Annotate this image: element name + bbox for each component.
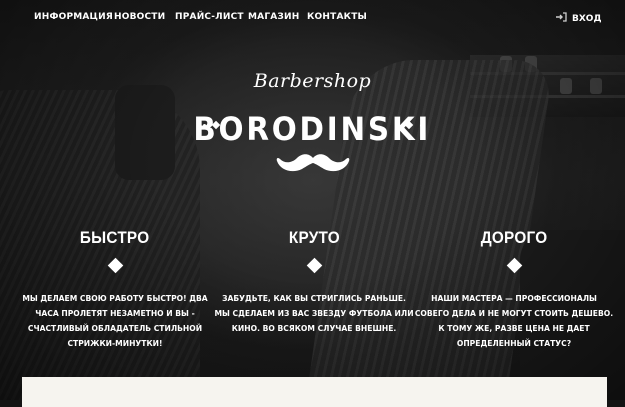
logo-dot-left [203,124,206,127]
sign-in-icon [556,12,567,22]
logo-main: BORODINSKI [0,110,625,148]
feature-text: МЫ ДЕЛАЕМ СВОЮ РАБОТУ БЫСТРО! ДВА ЧАСА П… [22,294,208,348]
nav-item-price-list[interactable]: ПРАЙС-ЛИСТ [175,12,244,22]
mustache-icon [276,154,350,172]
nav-item-contacts[interactable]: КОНТАКТЫ [307,12,367,22]
feature-title: КРУТО [288,228,340,247]
feature-diamond-icon [107,257,123,274]
feature-fast: БЫСТРО МЫ ДЕЛАЕМ СВОЮ РАБОТУ БЫСТРО! ДВА… [15,228,215,351]
brand-logo: Barbershop BORODINSKI [0,70,625,148]
feature-title: ДОРОГО [480,228,548,247]
feature-text: ЗАБУДЬТЕ, КАК ВЫ СТРИГЛИСЬ РАНЬШЕ. МЫ СД… [214,294,414,333]
feature-expensive: ДОРОГО НАШИ МАСТЕРА — ПРОФЕССИОНАЛЫ СОВЕ… [414,228,614,351]
feature-diamond-icon [306,257,322,274]
nav-item-info[interactable]: ИНФОРМАЦИЯ [34,12,113,22]
main-nav: ИНФОРМАЦИЯ НОВОСТИ ПРАЙС-ЛИСТ МАГАЗИН КО… [0,0,625,38]
content-panel [22,377,607,407]
nav-item-shop[interactable]: МАГАЗИН [248,12,299,22]
logo-dot-right [420,124,423,127]
login-link[interactable]: ВХОД [555,12,601,24]
feature-diamond-icon [506,257,522,274]
login-label: ВХОД [572,14,602,24]
feature-title: БЫСТРО [80,228,150,247]
nav-item-news[interactable]: НОВОСТИ [114,12,165,22]
logo-script-text: Barbershop [253,70,372,92]
logo-name: BORODINSKI [193,110,432,148]
feature-cool: КРУТО ЗАБУДЬТЕ, КАК ВЫ СТРИГЛИСЬ РАНЬШЕ.… [214,228,414,336]
feature-text: НАШИ МАСТЕРА — ПРОФЕССИОНАЛЫ СОВЕГО ДЕЛА… [414,294,614,348]
